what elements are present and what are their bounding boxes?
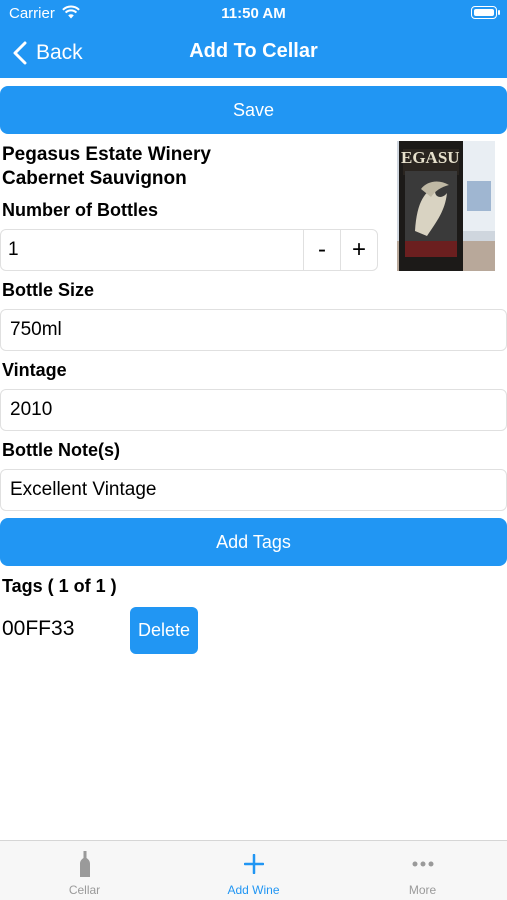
- tags-header: Tags ( 1 of 1 ): [2, 576, 117, 596]
- add-tags-button[interactable]: Add Tags: [0, 518, 507, 566]
- bottle-label-text: EGASU: [401, 148, 460, 167]
- status-bar: Carrier 11:50 AM: [0, 0, 507, 28]
- bottle-notes-field[interactable]: Excellent Vintage: [0, 469, 507, 511]
- increment-button[interactable]: +: [340, 230, 377, 270]
- bottles-label: Number of Bottles: [2, 200, 159, 220]
- tab-bar: Cellar Add Wine More: [0, 840, 507, 900]
- tab-more[interactable]: More: [338, 841, 507, 900]
- quantity-stepper: 1 - +: [0, 229, 378, 271]
- winery-name: Pegasus Estate Winery: [2, 144, 211, 165]
- delete-tag-button[interactable]: Delete: [130, 607, 198, 654]
- more-icon: [412, 861, 433, 867]
- varietal-name: Cabernet Sauvignon: [2, 168, 187, 189]
- tab-more-label: More: [408, 883, 437, 897]
- page-title: Add To Cellar: [189, 40, 318, 62]
- bottle-photo-image: EGASU: [397, 141, 495, 271]
- vintage-field[interactable]: 2010: [0, 389, 507, 431]
- decrement-button[interactable]: -: [303, 230, 340, 270]
- tab-cellar[interactable]: Cellar: [0, 841, 169, 900]
- vintage-label: Vintage: [2, 360, 67, 380]
- bottle-icon: [79, 851, 90, 877]
- battery-icon: [471, 6, 500, 19]
- size-label: Bottle Size: [2, 280, 95, 300]
- bottles-input[interactable]: 1: [1, 230, 303, 270]
- bottle-size-field[interactable]: 750ml: [0, 309, 507, 351]
- tag-value: 00FF33: [2, 617, 75, 640]
- bottle-photo: EGASU: [397, 141, 495, 271]
- save-button[interactable]: Save: [0, 86, 507, 134]
- plus-icon: [243, 854, 264, 874]
- tab-cellar-label: Cellar: [68, 883, 101, 897]
- clock: 11:50 AM: [221, 5, 286, 22]
- nav-bar: Back Add To Cellar: [0, 28, 507, 78]
- tab-add-wine[interactable]: Add Wine: [169, 841, 338, 900]
- notes-label: Bottle Note(s): [2, 440, 120, 460]
- wine-name: Pegasus Estate Winery Cabernet Sauvignon: [2, 143, 211, 191]
- tab-add-wine-label: Add Wine: [227, 883, 280, 897]
